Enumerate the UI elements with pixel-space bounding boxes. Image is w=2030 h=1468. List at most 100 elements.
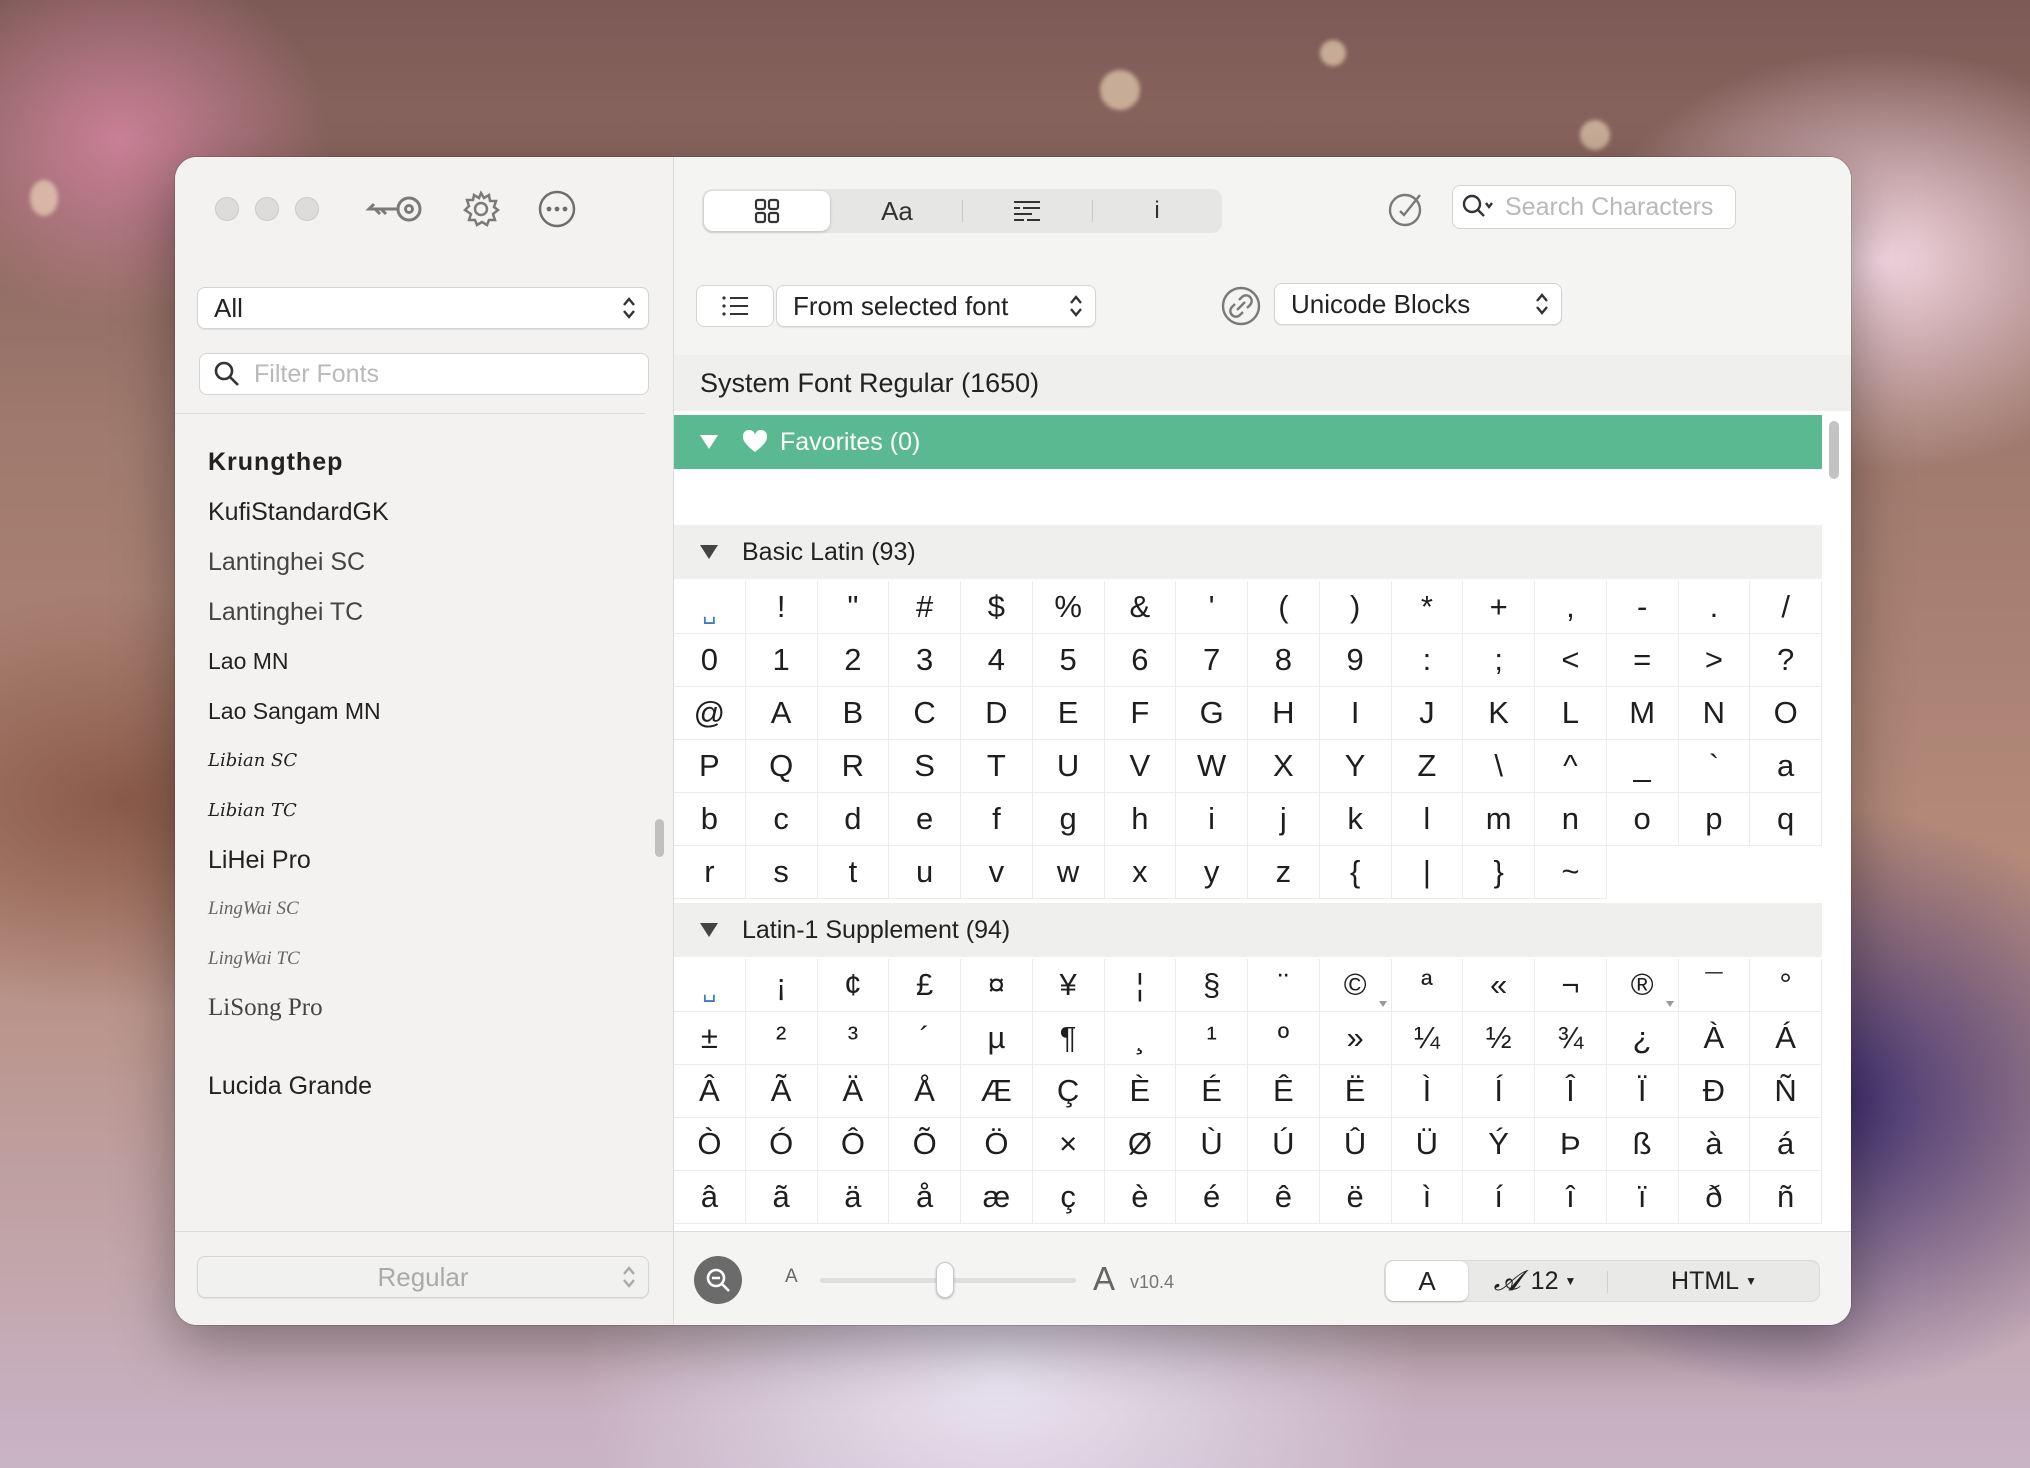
- character-cell[interactable]: ~: [1535, 846, 1607, 899]
- font-item-libian-tc[interactable]: Libian TC: [208, 800, 297, 821]
- character-cell[interactable]: #: [889, 581, 961, 634]
- font-size-dropdown[interactable]: 𝓐 12 ▼: [1475, 1261, 1595, 1301]
- character-cell[interactable]: Ý: [1463, 1118, 1535, 1171]
- character-cell[interactable]: ¶: [1032, 1012, 1105, 1065]
- character-cell[interactable]: ¦: [1104, 959, 1177, 1012]
- character-cell[interactable]: 7: [1176, 634, 1248, 687]
- character-cell[interactable]: a: [1750, 740, 1822, 793]
- output-format-dropdown[interactable]: HTML ▼: [1609, 1261, 1819, 1301]
- character-cell[interactable]: U: [1032, 740, 1105, 793]
- character-cell[interactable]: m: [1463, 793, 1535, 846]
- gear-icon[interactable]: [461, 189, 501, 229]
- basic-latin-section-header[interactable]: Basic Latin (93): [674, 525, 1822, 579]
- character-cell[interactable]: ì: [1391, 1171, 1464, 1224]
- character-cell[interactable]: D: [961, 687, 1033, 740]
- character-cell[interactable]: K: [1463, 687, 1535, 740]
- character-cell[interactable]: á: [1750, 1118, 1822, 1171]
- character-cell[interactable]: «: [1463, 959, 1535, 1012]
- character-cell[interactable]: (: [1248, 581, 1320, 634]
- more-options-icon[interactable]: [537, 189, 577, 229]
- character-cell[interactable]: o: [1606, 793, 1679, 846]
- font-item-lisong-pro[interactable]: LiSong Pro: [208, 994, 323, 1022]
- character-cell[interactable]: S: [889, 740, 961, 793]
- character-cell[interactable]: ´: [889, 1012, 961, 1065]
- character-cell[interactable]: è: [1104, 1171, 1177, 1224]
- character-cell[interactable]: ': [1176, 581, 1248, 634]
- character-cell[interactable]: *: [1391, 581, 1464, 634]
- key-icon[interactable]: [365, 189, 425, 229]
- character-cell[interactable]: z: [1248, 846, 1320, 899]
- search-characters-input[interactable]: [1503, 191, 1735, 223]
- character-cell[interactable]: t: [817, 846, 890, 899]
- character-cell[interactable]: O: [1750, 687, 1822, 740]
- tab-text-view[interactable]: Aa: [832, 189, 962, 233]
- character-cell[interactable]: k: [1319, 793, 1392, 846]
- character-cell[interactable]: {: [1319, 846, 1392, 899]
- font-item-krungthep[interactable]: Krungthep: [208, 448, 343, 477]
- character-cell[interactable]: ¬: [1535, 959, 1607, 1012]
- close-window-button[interactable]: [215, 197, 239, 221]
- character-cell[interactable]: 1: [745, 634, 818, 687]
- character-cell[interactable]: à: [1678, 1118, 1751, 1171]
- font-list[interactable]: Krungthep KufiStandardGK Lantinghei SC L…: [175, 413, 645, 1094]
- minimize-window-button[interactable]: [255, 197, 279, 221]
- character-cell[interactable]: h: [1104, 793, 1177, 846]
- font-item-lao-sangam-mn[interactable]: Lao Sangam MN: [208, 698, 381, 725]
- character-cell[interactable]: È: [1104, 1065, 1177, 1118]
- character-cell[interactable]: Â: [674, 1065, 746, 1118]
- character-cell[interactable]: Ê: [1248, 1065, 1320, 1118]
- compose-icon[interactable]: [1386, 189, 1426, 229]
- character-cell[interactable]: »: [1319, 1012, 1392, 1065]
- character-cell[interactable]: j: [1248, 793, 1320, 846]
- character-cell[interactable]: Þ: [1535, 1118, 1607, 1171]
- character-cell[interactable]: :: [1391, 634, 1464, 687]
- character-cell[interactable]: }: [1463, 846, 1535, 899]
- character-cell[interactable]: ¨: [1248, 959, 1320, 1012]
- character-cell[interactable]: Ì: [1391, 1065, 1464, 1118]
- character-cell[interactable]: É: [1176, 1065, 1248, 1118]
- font-item-lao-mn[interactable]: Lao MN: [208, 648, 289, 675]
- character-cell[interactable]: î: [1535, 1171, 1607, 1224]
- character-cell[interactable]: ¥: [1032, 959, 1105, 1012]
- character-cell[interactable]: _: [1606, 740, 1679, 793]
- character-cell[interactable]: b: [674, 793, 746, 846]
- character-cell[interactable]: Ü: [1391, 1118, 1464, 1171]
- character-cell[interactable]: x: [1104, 846, 1177, 899]
- font-item-lingwai-sc[interactable]: LingWai SC: [208, 898, 299, 920]
- character-cell[interactable]: =: [1606, 634, 1679, 687]
- character-cell[interactable]: A: [745, 687, 818, 740]
- character-cell[interactable]: E: [1032, 687, 1105, 740]
- character-cell[interactable]: º: [1248, 1012, 1320, 1065]
- character-cell[interactable]: ê: [1248, 1171, 1320, 1224]
- character-cell[interactable]: <: [1535, 634, 1607, 687]
- character-cell[interactable]: u: [889, 846, 961, 899]
- character-cell[interactable]: ½: [1463, 1012, 1535, 1065]
- character-cell[interactable]: /: [1750, 581, 1822, 634]
- character-cell[interactable]: >: [1678, 634, 1751, 687]
- character-cell[interactable]: æ: [961, 1171, 1033, 1224]
- character-cell[interactable]: ¼: [1391, 1012, 1464, 1065]
- character-cell[interactable]: I: [1319, 687, 1392, 740]
- filter-fonts-input[interactable]: [252, 358, 648, 390]
- character-cell[interactable]: 8: [1248, 634, 1320, 687]
- character-cell[interactable]: V: [1104, 740, 1177, 793]
- list-toggle-button[interactable]: [696, 285, 774, 327]
- character-cell[interactable]: g: [1032, 793, 1105, 846]
- character-cell[interactable]: ¡: [745, 959, 818, 1012]
- character-cell[interactable]: Ñ: [1750, 1065, 1822, 1118]
- font-list-scrollbar[interactable]: [655, 819, 664, 857]
- character-cell[interactable]: ã: [745, 1171, 818, 1224]
- character-cell[interactable]: B: [817, 687, 890, 740]
- character-cell[interactable]: Q: [745, 740, 818, 793]
- character-grid-scrollbar[interactable]: [1829, 421, 1839, 479]
- character-cell[interactable]: ±: [674, 1012, 746, 1065]
- category-select[interactable]: All: [197, 287, 649, 329]
- font-item-lantinghei-sc[interactable]: Lantinghei SC: [208, 548, 365, 577]
- latin1-section-header[interactable]: Latin-1 Supplement (94): [674, 903, 1822, 957]
- character-cell[interactable]: p: [1678, 793, 1751, 846]
- character-cell[interactable]: !: [745, 581, 818, 634]
- character-cell[interactable]: 4: [961, 634, 1033, 687]
- character-cell[interactable]: P: [674, 740, 746, 793]
- character-cell[interactable]: Á: [1750, 1012, 1822, 1065]
- character-cell[interactable]: y: [1176, 846, 1248, 899]
